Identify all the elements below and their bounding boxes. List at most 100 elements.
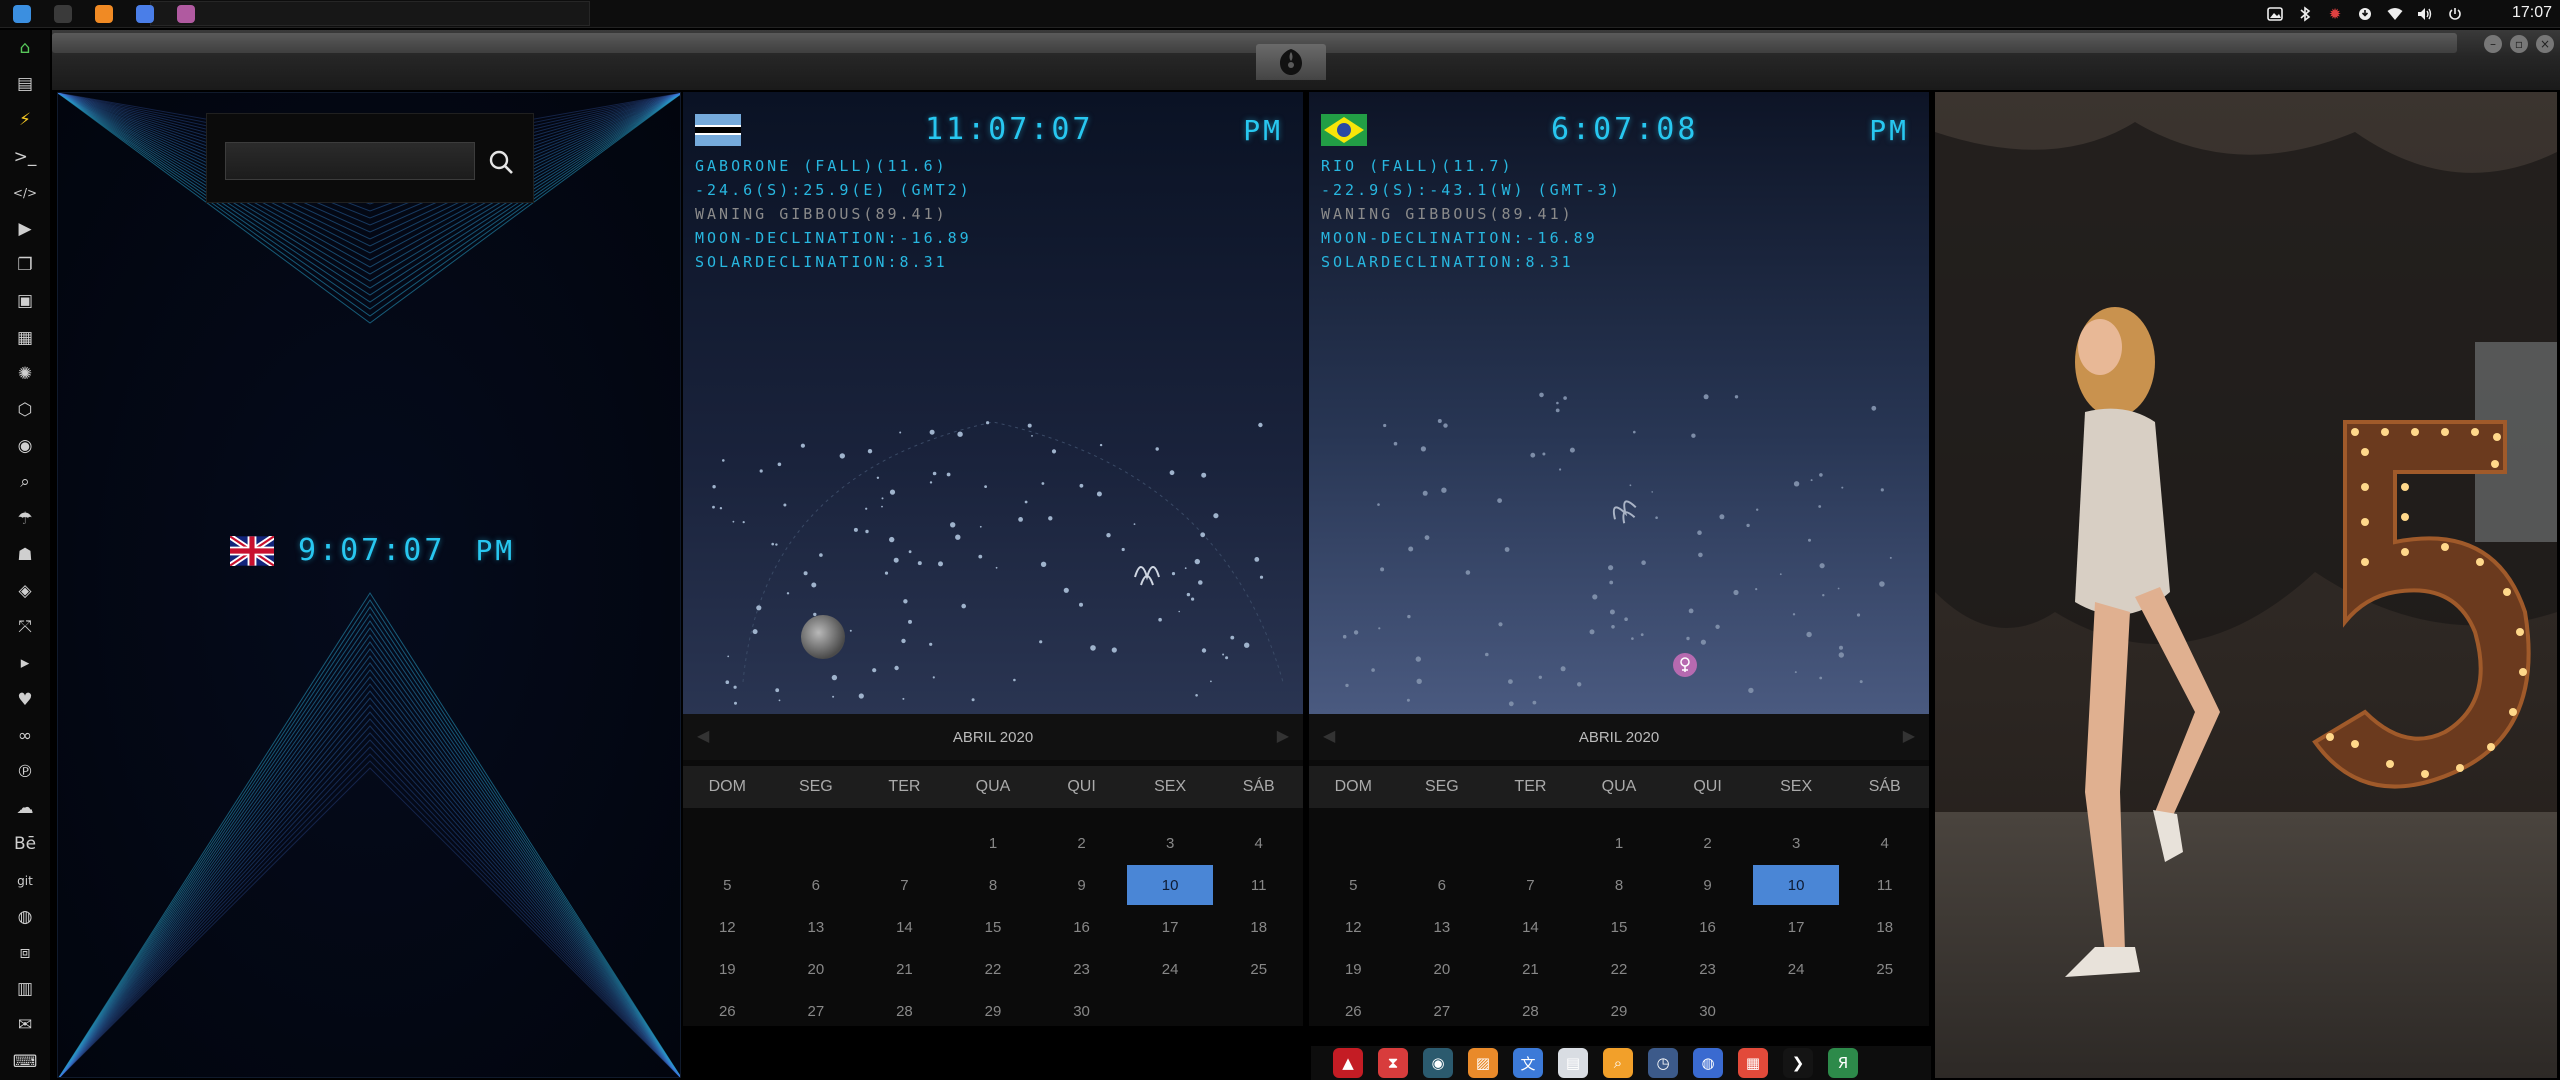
calendar-day[interactable]: 12 — [683, 906, 772, 948]
calendar-day[interactable]: 21 — [860, 948, 949, 990]
cloud-icon[interactable]: ☁ — [10, 793, 40, 823]
rebel-app-launcher[interactable] — [172, 2, 200, 26]
calendar-day[interactable]: 14 — [1486, 906, 1575, 948]
calendar-day[interactable]: 30 — [1663, 990, 1752, 1032]
calendar-day[interactable]: 3 — [1126, 822, 1215, 864]
calendar-day[interactable]: 15 — [949, 906, 1038, 948]
calendar-day[interactable]: 18 — [1840, 906, 1929, 948]
taskbar-strip[interactable] — [150, 1, 590, 26]
git-icon[interactable]: git — [10, 866, 40, 896]
behance-icon[interactable]: Bē — [10, 829, 40, 859]
yandex-icon[interactable]: Я — [1828, 1048, 1858, 1078]
terminal-launcher[interactable] — [49, 2, 77, 26]
translate-icon[interactable]: 文 — [1513, 1048, 1543, 1078]
chrome-launcher[interactable] — [131, 2, 159, 26]
photos-icon[interactable]: ▨ — [1468, 1048, 1498, 1078]
reader-icon[interactable]: ▤ — [1558, 1048, 1588, 1078]
copy-icon[interactable]: ❐ — [10, 250, 40, 280]
calendar-day[interactable]: 5 — [683, 864, 772, 906]
calendar-day[interactable]: 25 — [1840, 948, 1929, 990]
calendar-app-icon[interactable]: ▦ — [1738, 1048, 1768, 1078]
calendar-day[interactable]: 27 — [1398, 990, 1487, 1032]
calendar-day[interactable]: 23 — [1037, 948, 1126, 990]
expand-icon[interactable]: ⤧ — [10, 612, 40, 642]
calendar-day[interactable]: 21 — [1486, 948, 1575, 990]
calendar-day[interactable]: 2 — [1037, 822, 1126, 864]
calendar-day[interactable]: 4 — [1840, 822, 1929, 864]
earth-icon[interactable]: ◉ — [1423, 1048, 1453, 1078]
calendar-day[interactable]: 1 — [1575, 822, 1664, 864]
calendar-day[interactable]: 20 — [772, 948, 861, 990]
calendar-day[interactable]: 8 — [949, 864, 1038, 906]
minimize-button[interactable]: – — [2484, 35, 2502, 53]
calendar-day[interactable]: 12 — [1309, 906, 1398, 948]
heart-icon[interactable]: ♥ — [10, 685, 40, 715]
calendar-day[interactable]: 28 — [1486, 990, 1575, 1032]
adobe-icon[interactable]: ▲ — [1333, 1048, 1363, 1078]
calendar-day[interactable]: 2 — [1663, 822, 1752, 864]
calendar-day[interactable]: 29 — [949, 990, 1038, 1032]
calendar-day[interactable]: 8 — [1575, 864, 1664, 906]
terminal-prompt-icon[interactable]: >_ — [10, 142, 40, 172]
next-month-button[interactable]: ▶ — [1903, 726, 1915, 746]
screenshot-icon[interactable] — [2266, 5, 2284, 23]
github-icon[interactable]: ◍ — [10, 902, 40, 932]
calendar-day[interactable]: 15 — [1575, 906, 1664, 948]
wifi-icon[interactable] — [2386, 5, 2404, 23]
calendar-day[interactable]: 19 — [1309, 948, 1398, 990]
contact-icon[interactable]: ☗ — [10, 540, 40, 570]
search-input[interactable] — [225, 142, 475, 180]
calendar-day[interactable]: 6 — [1398, 864, 1487, 906]
pinterest-icon[interactable]: ℗ — [10, 757, 40, 787]
calendar-day[interactable]: 1 — [949, 822, 1038, 864]
calendar-day[interactable]: 30 — [1037, 990, 1126, 1032]
calendar-day[interactable]: 24 — [1126, 948, 1215, 990]
document-icon[interactable]: ▤ — [10, 69, 40, 99]
calendar-day[interactable]: 9 — [1037, 864, 1126, 906]
hexagon-icon[interactable]: ⬡ — [10, 395, 40, 425]
map-icon[interactable]: ▥ — [10, 974, 40, 1004]
calendar-day[interactable]: 4 — [1214, 822, 1303, 864]
panel-clock[interactable]: 17:07 — [2512, 4, 2552, 22]
image-icon[interactable]: ▣ — [10, 286, 40, 316]
maximize-button[interactable]: ▫ — [2510, 35, 2528, 53]
home-icon[interactable]: ⌂ — [10, 33, 40, 63]
rebel-alliance-tab[interactable] — [1256, 44, 1326, 80]
volume-icon[interactable] — [2416, 5, 2434, 23]
prev-month-button[interactable]: ◀ — [1323, 726, 1335, 746]
sublime-launcher[interactable] — [90, 2, 118, 26]
calendar-day[interactable]: 23 — [1663, 948, 1752, 990]
calendar-day[interactable]: 16 — [1037, 906, 1126, 948]
clock-app-icon[interactable]: ◷ — [1648, 1048, 1678, 1078]
search-button[interactable] — [483, 144, 519, 180]
calendar-day[interactable]: 13 — [1398, 906, 1487, 948]
bluetooth-icon[interactable] — [2296, 5, 2314, 23]
magnifier-icon[interactable]: ⌕ — [1603, 1048, 1633, 1078]
search-icon[interactable]: ⌕ — [10, 467, 40, 497]
calendar-day[interactable]: 7 — [1486, 864, 1575, 906]
umbrella-icon[interactable]: ☂ — [10, 504, 40, 534]
calendar-day[interactable]: 19 — [683, 948, 772, 990]
calendar-day[interactable]: 3 — [1752, 822, 1841, 864]
web-icon[interactable]: ◍ — [1693, 1048, 1723, 1078]
calendar-day[interactable]: 28 — [860, 990, 949, 1032]
calendar-day[interactable]: 7 — [860, 864, 949, 906]
tag-icon[interactable]: ◈ — [10, 576, 40, 606]
cubes-icon[interactable]: ⧈ — [10, 938, 40, 968]
calendar-day[interactable]: 22 — [949, 948, 1038, 990]
mail-icon[interactable]: ✉ — [10, 1010, 40, 1040]
calendar-day[interactable]: 18 — [1214, 906, 1303, 948]
close-button[interactable]: × — [2536, 35, 2554, 53]
bolt-icon[interactable]: ⚡ — [10, 105, 40, 135]
settings-gear-icon[interactable]: ✹ — [2326, 5, 2344, 23]
calendar-day[interactable]: 24 — [1752, 948, 1841, 990]
timer-icon[interactable]: ⧗ — [1378, 1048, 1408, 1078]
calendar-day[interactable]: 27 — [772, 990, 861, 1032]
files-launcher[interactable] — [8, 2, 36, 26]
update-icon[interactable] — [2356, 5, 2374, 23]
play-icon[interactable]: ▶ — [10, 214, 40, 244]
code-icon[interactable]: </> — [10, 178, 40, 208]
calendar-day[interactable]: 14 — [860, 906, 949, 948]
news-icon[interactable]: ▦ — [10, 323, 40, 353]
calendar-day[interactable]: 13 — [772, 906, 861, 948]
